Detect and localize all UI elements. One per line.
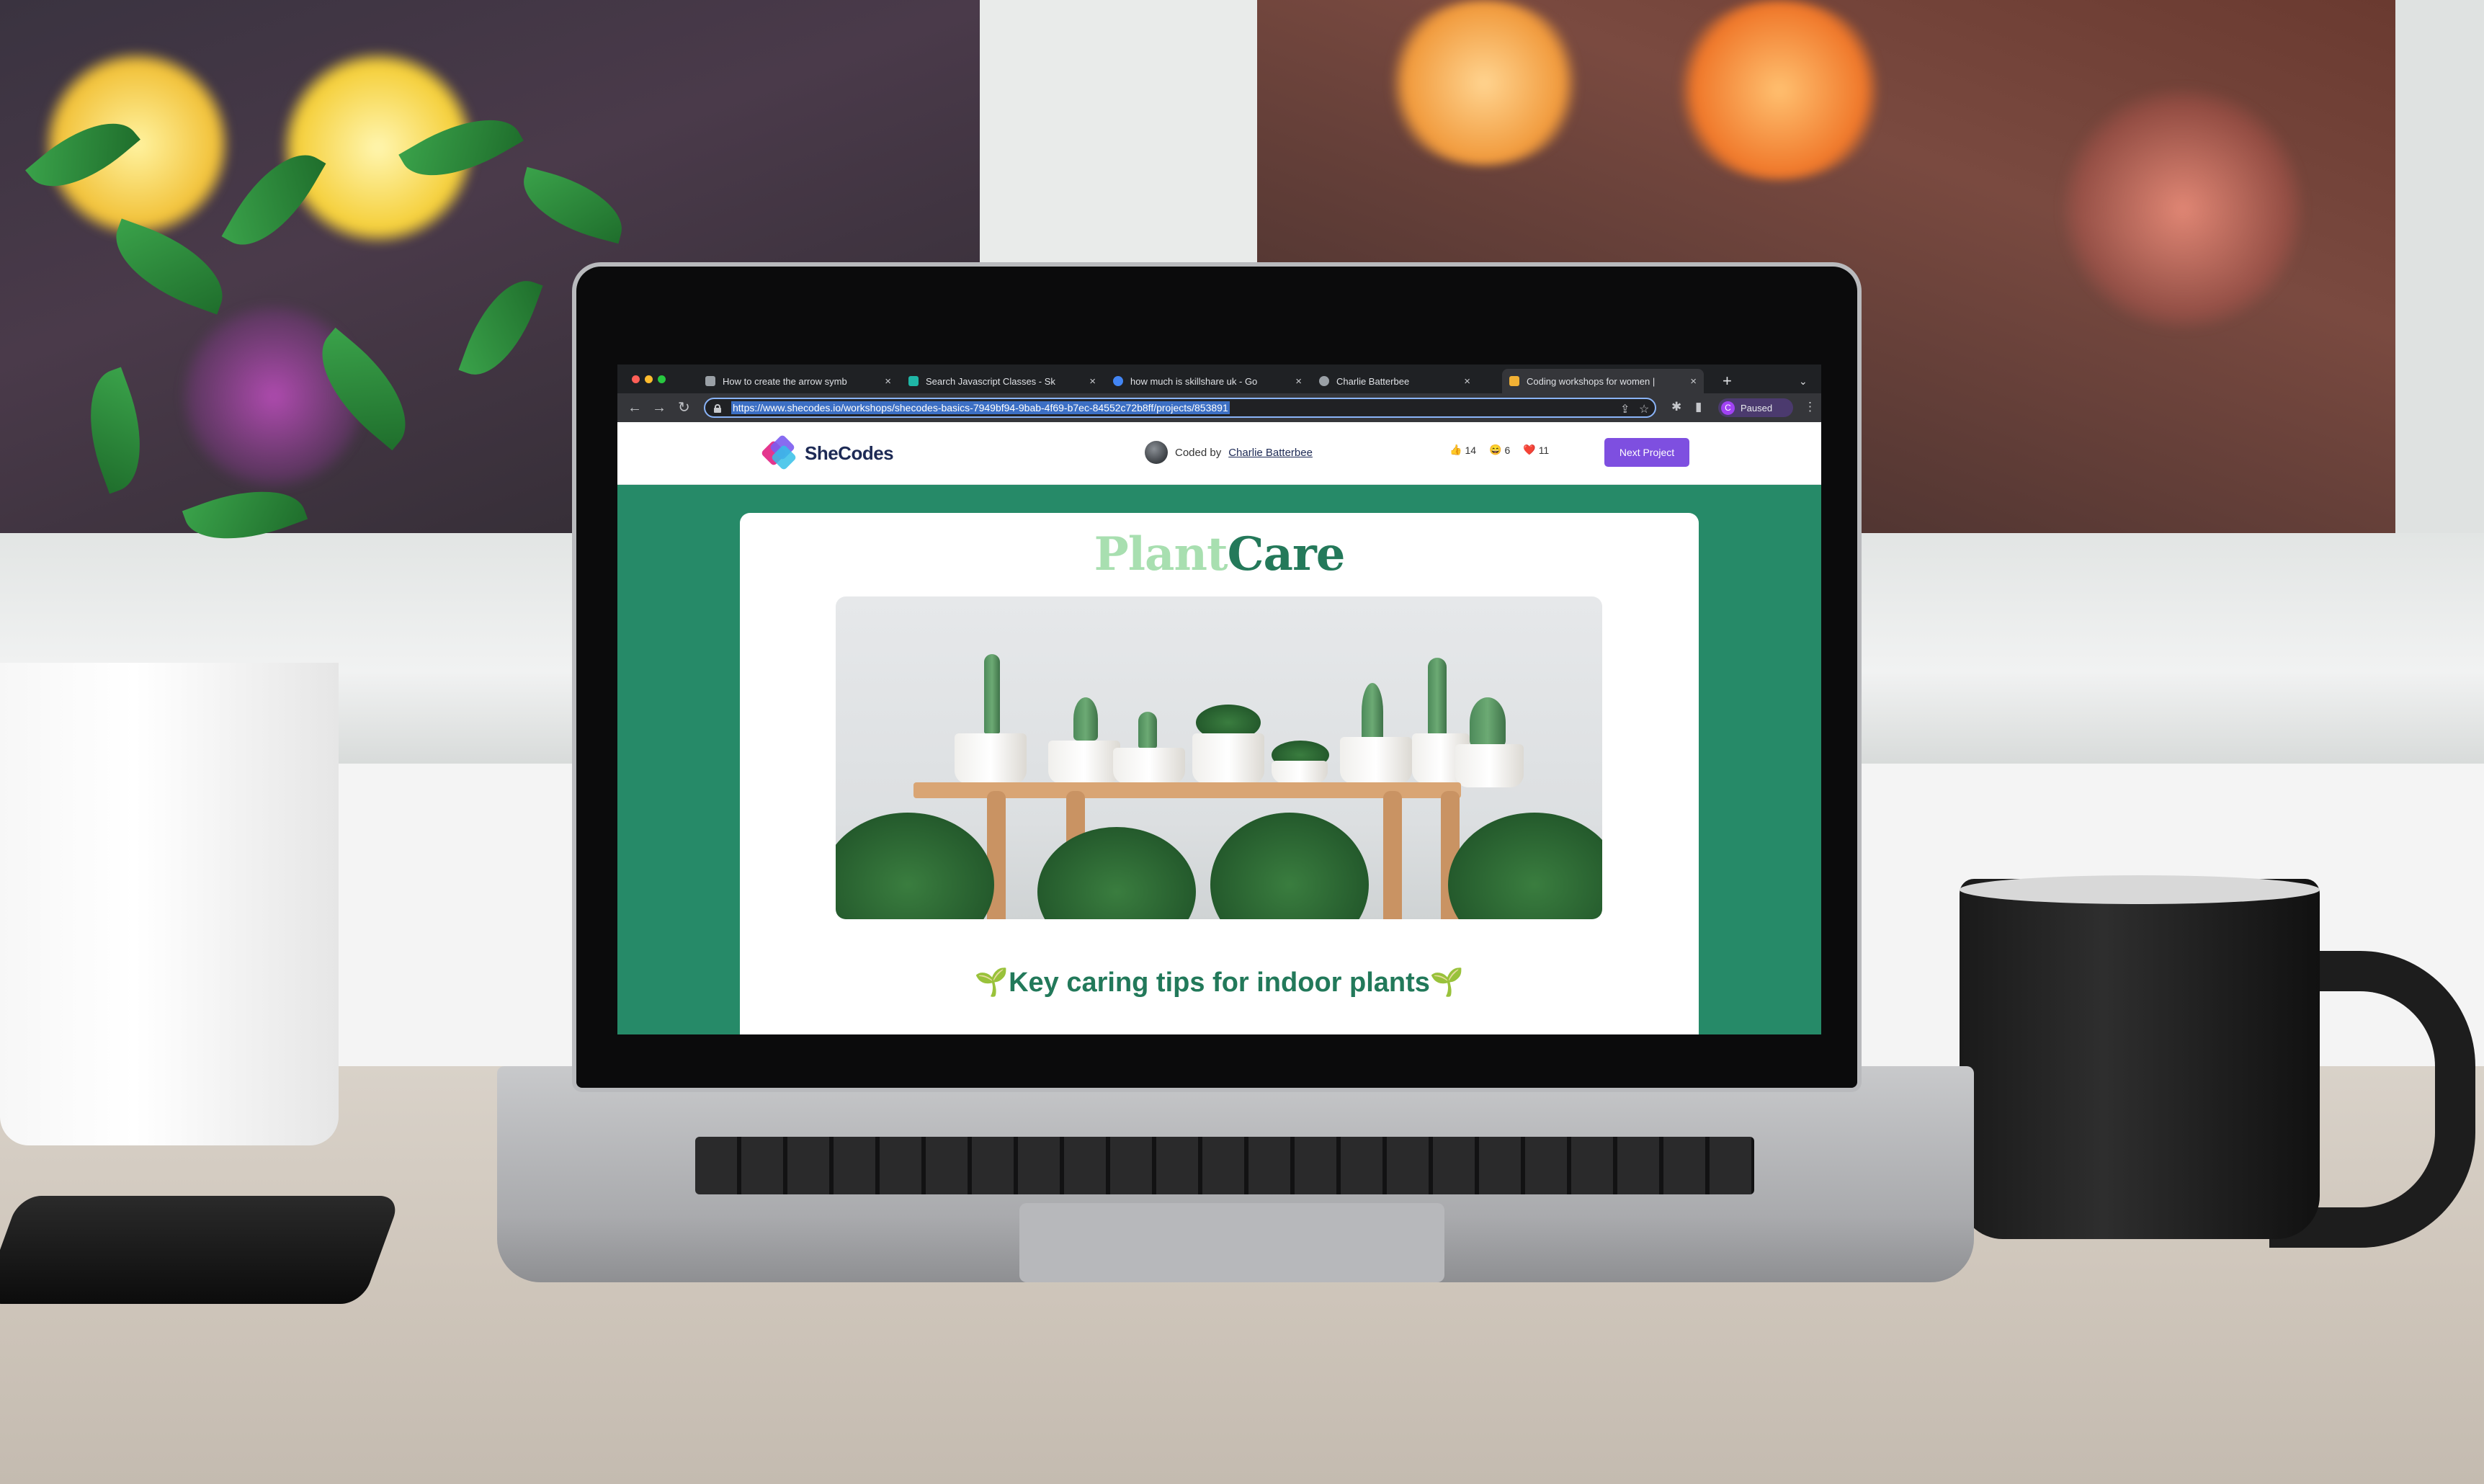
author-credit: Coded by Charlie Batterbee	[1145, 441, 1313, 464]
next-project-button[interactable]: Next Project	[1604, 438, 1689, 467]
cactus	[1073, 697, 1098, 741]
close-tab-icon[interactable]: ×	[1690, 375, 1697, 388]
cactus	[1138, 712, 1157, 748]
close-tab-icon[interactable]: ×	[885, 375, 891, 388]
address-bar[interactable]: https://www.shecodes.io/workshops/shecod…	[704, 398, 1656, 418]
bokeh-light	[1671, 0, 1887, 180]
site-header: SheCodes Coded by Charlie Batterbee 👍 14…	[617, 422, 1821, 485]
url-text[interactable]: https://www.shecodes.io/workshops/shecod…	[731, 401, 1230, 414]
author-avatar	[1145, 441, 1168, 464]
browser-tab[interactable]: Search Javascript Classes - Sk ×	[901, 369, 1103, 393]
share-icon[interactable]: ⇪	[1620, 402, 1630, 416]
thumbs-up-icon: 👍	[1449, 444, 1462, 455]
small-pot	[1113, 748, 1185, 784]
cactus	[984, 654, 1000, 733]
project-card: PlantCare 🌱Key caring tips for indoor pl…	[740, 513, 1699, 1034]
close-window-button[interactable]	[632, 375, 640, 383]
new-tab-button[interactable]: +	[1715, 369, 1744, 393]
tab-favicon-icon	[705, 376, 715, 386]
reload-button[interactable]: ↻	[678, 399, 690, 416]
browser-tab[interactable]: how much is skillshare uk - Go ×	[1106, 369, 1309, 393]
side-panel-icon[interactable]: ▮	[1695, 400, 1702, 414]
leafy-plant	[1037, 827, 1196, 919]
author-link[interactable]: Charlie Batterbee	[1228, 447, 1313, 459]
cactus	[1428, 658, 1447, 737]
tab-search-button[interactable]: ⌄	[1792, 369, 1818, 393]
close-tab-icon[interactable]: ×	[1295, 375, 1302, 388]
small-pot	[1192, 733, 1264, 784]
profile-button[interactable]: C Paused	[1718, 398, 1793, 417]
laptop-trackpad	[1019, 1203, 1444, 1282]
reaction-smile[interactable]: 😄 6	[1489, 444, 1510, 456]
bookmark-star-icon[interactable]: ☆	[1639, 402, 1649, 416]
leafy-plant	[1448, 813, 1602, 919]
laptop-keyboard	[695, 1137, 1754, 1194]
smartphone	[0, 1196, 402, 1304]
browser-tab[interactable]: Charlie Batterbee ×	[1312, 369, 1478, 393]
tab-favicon-icon	[1319, 376, 1329, 386]
table-leg	[1383, 791, 1402, 919]
browser-tab-bar: How to create the arrow symb × Search Ja…	[617, 365, 1821, 393]
browser-tab-active[interactable]: Coding workshops for women | ×	[1502, 369, 1704, 393]
profile-avatar: C	[1721, 401, 1735, 415]
tab-favicon-icon	[908, 376, 919, 386]
coffee-mug	[1960, 879, 2320, 1239]
aloe	[1362, 683, 1383, 741]
maximize-window-button[interactable]	[658, 375, 666, 383]
profile-status: Paused	[1741, 402, 1773, 414]
plant-pot	[0, 663, 339, 1145]
cactus	[1470, 697, 1506, 748]
small-pot	[1048, 741, 1120, 784]
laptop-screen: How to create the arrow symb × Search Ja…	[617, 365, 1821, 1034]
plus-icon: +	[1723, 372, 1732, 390]
reaction-thumbs-up[interactable]: 👍 14	[1449, 444, 1476, 456]
lock-icon	[714, 403, 721, 413]
browser-tab[interactable]: How to create the arrow symb ×	[698, 369, 898, 393]
minimize-window-button[interactable]	[645, 375, 653, 383]
heart-icon: ❤️	[1523, 444, 1536, 455]
close-tab-icon[interactable]: ×	[1464, 375, 1470, 388]
close-tab-icon[interactable]: ×	[1089, 375, 1096, 388]
reactions: 👍 14 😄 6 ❤️ 11	[1449, 444, 1549, 456]
small-pot	[1455, 744, 1524, 787]
browser-toolbar: ← → ↻ https://www.shecodes.io/workshops/…	[617, 393, 1821, 422]
window-frame-right	[2395, 0, 2484, 547]
small-pot	[1272, 761, 1328, 784]
leafy-plant	[1210, 813, 1369, 919]
small-pot	[955, 733, 1027, 784]
mug-rim	[1960, 875, 2320, 904]
smile-icon: 😄	[1489, 444, 1502, 455]
forward-button[interactable]: →	[652, 399, 666, 416]
hero-plants-image	[836, 596, 1602, 919]
leafy-plant	[836, 813, 994, 919]
brand-title: PlantCare	[1094, 527, 1346, 581]
tab-favicon-icon	[1113, 376, 1123, 386]
tab-favicon-icon	[1509, 376, 1519, 386]
back-button[interactable]: ←	[627, 399, 642, 416]
bokeh-light	[1383, 0, 1585, 166]
section-heading: 🌱Key caring tips for indoor plants🌱	[974, 967, 1465, 998]
small-pot	[1340, 737, 1412, 784]
browser-menu-icon[interactable]: ⋮	[1804, 400, 1816, 414]
extensions-puzzle-icon[interactable]: ✱	[1671, 400, 1681, 414]
chevron-down-icon: ⌄	[1799, 375, 1808, 387]
shecodes-logo-icon	[760, 434, 798, 471]
shecodes-logo[interactable]: SheCodes	[760, 434, 894, 471]
bokeh-light	[2060, 86, 2305, 331]
reaction-heart[interactable]: ❤️ 11	[1523, 444, 1549, 456]
